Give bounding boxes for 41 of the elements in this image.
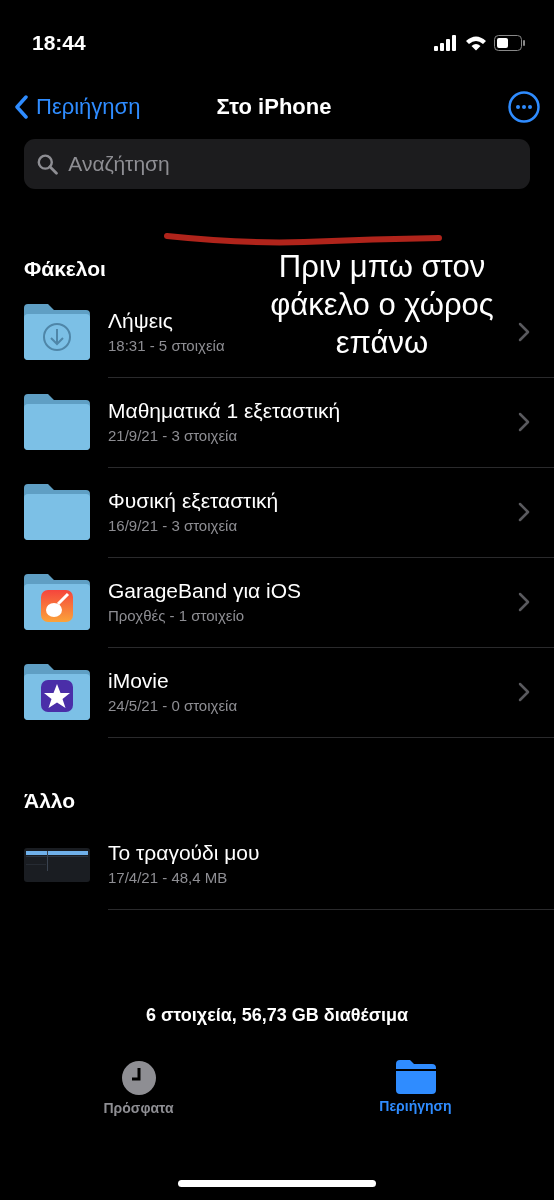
item-detail: 21/9/21 - 3 στοιχεία [108,427,238,444]
chevron-icon [518,501,530,522]
item-detail: Προχθές - 1 στοιχείο [108,607,245,624]
chevron-icon [518,591,530,612]
folder-icon [22,302,92,362]
item-name[interactable]: Φυσική εξεταστική [108,489,279,513]
item-name[interactable]: GarageBand για iOS [108,579,302,603]
search-bar[interactable]: Αναζήτηση [24,139,530,189]
item-name[interactable]: Μαθηματικά 1 εξεταστική [108,399,341,423]
folder-icon [22,662,92,722]
item-detail: 17/4/21 - 48,4 MB [108,869,228,886]
folder-icon [22,392,92,452]
tab[interactable]: Περιήγηση [277,1060,554,1116]
tab[interactable]: Πρόσφατα [0,1060,277,1116]
item-detail: 24/5/21 - 0 στοιχεία [108,697,238,714]
signal-icon [434,34,458,51]
section-header: Φάκελοι [24,257,106,280]
back-chevron-icon [14,95,28,119]
chevron-icon [518,321,530,342]
item-name[interactable]: iMovie [108,669,169,693]
battery-icon [494,34,526,51]
wifi-icon [465,34,487,51]
search-input[interactable]: Αναζήτηση [66,151,518,177]
chevron-icon [518,411,530,432]
more-icon[interactable] [508,91,540,123]
folder-icon [22,482,92,542]
status-time: 18:44 [32,30,86,55]
screen-title: Στο iPhone [216,94,332,119]
back-button[interactable]: Περιήγηση [14,94,141,120]
storage-summary: 6 στοιχεία, 56,73 GB διαθέσιμα [145,1005,409,1025]
search-icon [36,152,59,176]
item-detail: 18:31 - 5 στοιχεία [108,337,225,354]
chevron-icon [518,681,530,702]
annotation-text: Πριν μπω στον φάκελο ο χώρος επάνω [269,248,495,362]
item-detail: 16/9/21 - 3 στοιχεία [108,517,238,534]
folder-icon [395,1060,436,1094]
clock-icon [120,1060,157,1096]
folder-icon [22,572,92,632]
item-name[interactable]: Το τραγούδι μου [108,841,260,865]
item-name[interactable]: Λήψεις [108,309,173,333]
section-header: Άλλο [24,789,76,812]
